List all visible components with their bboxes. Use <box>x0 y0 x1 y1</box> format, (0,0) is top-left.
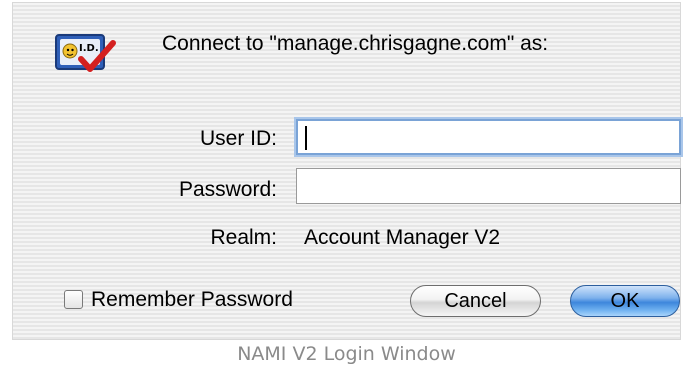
password-label: Password: <box>178 178 277 201</box>
figure-caption: NAMI V2 Login Window <box>237 343 456 365</box>
dialog-title: Connect to "manage.chrisgagne.com" as: <box>162 32 549 55</box>
remember-password-checkbox[interactable] <box>64 290 83 309</box>
text-caret <box>305 126 307 150</box>
password-field[interactable] <box>296 168 681 204</box>
remember-password-label[interactable]: Remember Password <box>91 288 293 312</box>
realm-label: Realm: <box>210 226 277 249</box>
cancel-button[interactable]: Cancel <box>410 285 541 317</box>
id-card-text: I.D. <box>79 43 99 54</box>
realm-value: Account Manager V2 <box>304 226 501 249</box>
login-dialog: I.D. Connect to "manage.chrisgagne.com" … <box>12 2 681 340</box>
user-id-field[interactable] <box>296 119 681 155</box>
id-card-checkmark-icon: I.D. <box>53 29 119 79</box>
user-id-label: User ID: <box>199 127 277 150</box>
ok-button[interactable]: OK <box>570 285 680 317</box>
